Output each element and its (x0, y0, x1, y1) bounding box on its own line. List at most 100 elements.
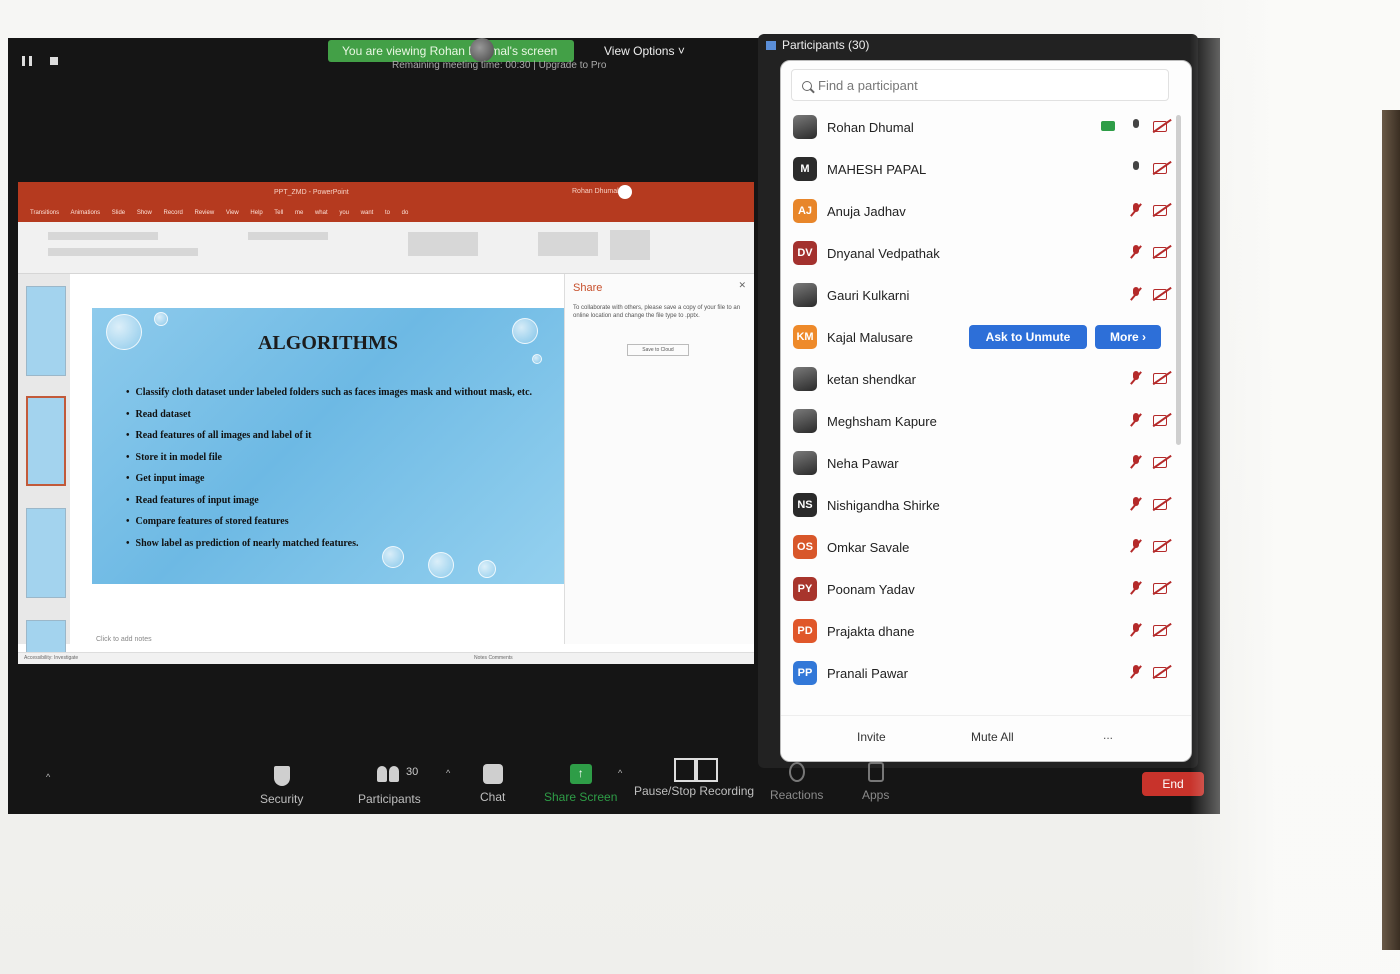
participant-status-icons (1129, 411, 1171, 429)
participant-row[interactable]: Meghsham Kapure (781, 401, 1191, 443)
avatar: M (793, 157, 817, 181)
video-off-icon[interactable] (1153, 539, 1171, 553)
share-pane-title: Share (573, 282, 603, 294)
window-icon (766, 41, 776, 51)
ppt-share-pane: Share ✕ To collaborate with others, plea… (564, 274, 754, 644)
video-off-icon[interactable] (1153, 665, 1171, 679)
chevron-up-icon[interactable]: ^ (446, 768, 450, 778)
slide-thumbnail[interactable] (26, 508, 66, 598)
status-notes-comments[interactable]: Notes Comments (474, 655, 513, 661)
mute-all-button[interactable]: Mute All (971, 730, 1014, 744)
muted-microphone-icon[interactable] (1129, 496, 1143, 512)
bubble-decoration (428, 552, 454, 578)
video-off-icon[interactable] (1153, 371, 1171, 385)
avatar: DV (793, 241, 817, 265)
ppt-ribbon-tabs[interactable]: Transitions Animations Slide Show Record… (18, 204, 754, 222)
more-options-button[interactable]: ... (1103, 728, 1113, 742)
avatar: AJ (793, 199, 817, 223)
muted-microphone-icon[interactable] (1129, 622, 1143, 638)
video-off-icon[interactable] (1153, 455, 1171, 469)
avatar: NS (793, 493, 817, 517)
ppt-status-bar: Accessibility: Investigate Notes Comment… (18, 652, 754, 664)
muted-microphone-icon[interactable] (1129, 664, 1143, 680)
avatar (793, 283, 817, 307)
share-screen-label: Share Screen (544, 790, 618, 804)
participant-row[interactable]: M MAHESH PAPAL (781, 149, 1191, 191)
photo-stage: You are viewing Rohan Dhumal's screen Vi… (0, 0, 1400, 974)
participant-row[interactable]: Gauri Kulkarni (781, 275, 1191, 317)
slide-thumbnails (18, 274, 70, 664)
participant-row[interactable]: PY Poonam Yadav (781, 569, 1191, 611)
slide-bullet-list: Classify cloth dataset under labeled fol… (126, 382, 533, 554)
invite-button[interactable]: Invite (857, 730, 886, 744)
video-off-icon[interactable] (1153, 119, 1171, 133)
participant-name: Meghsham Kapure (827, 414, 937, 429)
more-button[interactable]: More › (1095, 325, 1161, 349)
muted-microphone-icon[interactable] (1129, 580, 1143, 596)
chevron-up-icon[interactable]: ^ (46, 772, 50, 782)
microphone-icon[interactable] (1129, 160, 1143, 176)
participant-row[interactable]: PD Prajakta dhane (781, 611, 1191, 653)
video-off-icon[interactable] (1153, 497, 1171, 511)
muted-microphone-icon[interactable] (1129, 244, 1143, 260)
share-screen-button[interactable]: ↑ Share Screen (544, 764, 617, 804)
share-pane-text: To collaborate with others, please save … (573, 305, 741, 320)
muted-microphone-icon[interactable] (1129, 538, 1143, 554)
avatar: PY (793, 577, 817, 601)
participant-name: Dnyanal Vedpathak (827, 246, 940, 261)
pause-stop-recording-button[interactable]: Pause/Stop Recording (634, 758, 754, 798)
participants-list-body: Find a participant Rohan Dhumal M MAHESH P… (780, 60, 1192, 762)
participant-row[interactable]: ketan shendkar (781, 359, 1191, 401)
chevron-up-icon[interactable]: ^ (618, 768, 622, 778)
video-off-icon[interactable] (1153, 203, 1171, 217)
ask-to-unmute-button[interactable]: Ask to Unmute (969, 325, 1087, 349)
scrollbar[interactable] (1176, 115, 1181, 445)
participant-name: ketan shendkar (827, 372, 916, 387)
participants-panel: Participants (30) Find a participant Roh… (758, 34, 1198, 768)
apps-button[interactable]: Apps (862, 762, 889, 802)
search-input[interactable]: Find a participant (791, 69, 1169, 101)
ribbon-styles (538, 232, 598, 256)
status-accessibility[interactable]: Accessibility: Investigate (24, 655, 78, 661)
muted-microphone-icon[interactable] (1129, 370, 1143, 386)
stop-icon[interactable] (50, 57, 58, 65)
participant-row[interactable]: PP Pranali Pawar (781, 653, 1191, 695)
participant-row[interactable]: DV Dnyanal Vedpathak (781, 233, 1191, 275)
ppt-ribbon (18, 222, 754, 274)
muted-microphone-icon[interactable] (1129, 202, 1143, 218)
reactions-button[interactable]: Reactions (770, 762, 823, 802)
participant-status-icons (1129, 453, 1171, 471)
muted-microphone-icon[interactable] (1129, 454, 1143, 470)
slide-bullet: Get input image (126, 468, 532, 490)
participant-row[interactable]: Neha Pawar (781, 443, 1191, 485)
notes-placeholder[interactable]: Click to add notes (96, 636, 152, 643)
view-options-menu[interactable]: View Options ˅ (604, 44, 685, 58)
participant-row[interactable]: OS Omkar Savale (781, 527, 1191, 569)
participant-row[interactable]: AJ Anuja Jadhav (781, 191, 1191, 233)
user-avatar (618, 185, 632, 199)
ppt-file-title: PPT_ZMD - PowerPoint (274, 189, 349, 196)
security-button[interactable]: Security (260, 766, 303, 806)
close-icon[interactable]: ✕ (738, 280, 746, 291)
participant-row[interactable]: KM Kajal Malusare Ask to Unmute More › (781, 317, 1191, 359)
video-off-icon[interactable] (1153, 245, 1171, 259)
microphone-icon[interactable] (1129, 118, 1143, 134)
participant-row[interactable]: Rohan Dhumal (781, 107, 1191, 149)
slide-thumbnail-active[interactable] (26, 396, 66, 486)
participant-row[interactable]: NS Nishigandha Shirke (781, 485, 1191, 527)
video-off-icon[interactable] (1153, 581, 1171, 595)
video-off-icon[interactable] (1153, 287, 1171, 301)
slide-thumbnail[interactable] (26, 286, 66, 376)
video-off-icon[interactable] (1153, 161, 1171, 175)
pause-icon[interactable] (22, 56, 32, 66)
avatar: PD (793, 619, 817, 643)
video-off-icon[interactable] (1153, 623, 1171, 637)
muted-microphone-icon[interactable] (1129, 412, 1143, 428)
video-off-icon[interactable] (1153, 413, 1171, 427)
participant-status-icons (1129, 243, 1171, 261)
chat-button[interactable]: Chat (480, 764, 505, 804)
current-slide: ALGORITHMS Classify cloth dataset under … (92, 308, 564, 584)
save-to-cloud-button[interactable]: Save to Cloud (627, 344, 689, 356)
participant-name: Neha Pawar (827, 456, 899, 471)
muted-microphone-icon[interactable] (1129, 286, 1143, 302)
